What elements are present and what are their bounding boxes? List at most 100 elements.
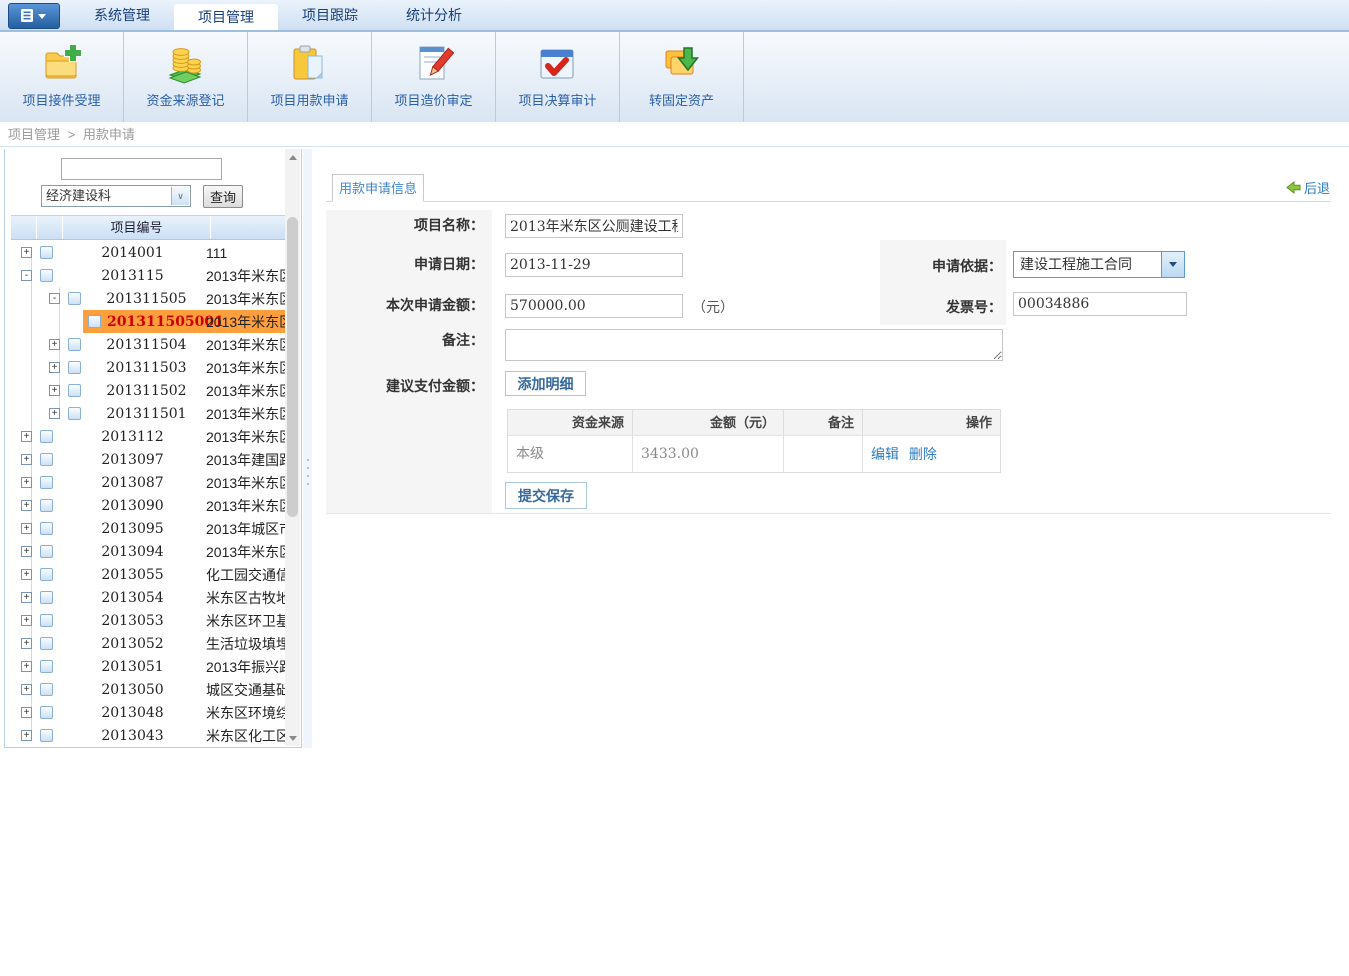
tree-checkbox[interactable] <box>40 499 53 512</box>
tree-expander-icon[interactable]: + <box>21 454 32 465</box>
tree-row[interactable]: 201311505001 2013年米东区 <box>11 310 287 333</box>
tree-row[interactable]: + 201311504 2013年米东区 <box>11 333 287 356</box>
add-detail-button[interactable]: 添加明细 <box>505 371 586 396</box>
tree-row[interactable]: + 201311503 2013年米东区 <box>11 356 287 379</box>
tree-expander-icon[interactable]: + <box>49 385 60 396</box>
tree-checkbox[interactable] <box>40 706 53 719</box>
tree-checkbox[interactable] <box>40 246 53 259</box>
tree-indent <box>11 482 21 483</box>
search-input[interactable] <box>61 158 222 180</box>
toolbar-item[interactable]: 项目接件受理 <box>0 32 124 122</box>
tree-row[interactable]: + 2013087 2013年米东区 <box>11 471 287 494</box>
tree-checkbox[interactable] <box>40 453 53 466</box>
tab-payment-request-info[interactable]: 用款申请信息 <box>332 174 424 202</box>
tree-expander-icon[interactable]: + <box>21 615 32 626</box>
tree-expander-icon[interactable]: + <box>49 408 60 419</box>
tree-expander-icon[interactable]: + <box>21 477 32 488</box>
tree-indent <box>11 689 21 690</box>
tree-expander-icon[interactable]: + <box>21 684 32 695</box>
toolbar-item[interactable]: 项目决算审计 <box>496 32 620 122</box>
scroll-up-button[interactable] <box>285 149 300 165</box>
tree-expander-icon[interactable]: + <box>21 500 32 511</box>
tree-expander-icon[interactable]: + <box>21 638 32 649</box>
tree-checkbox[interactable] <box>40 591 53 604</box>
tree-row[interactable]: + 2013055 化工园交通信 <box>11 563 287 586</box>
tree-row[interactable]: + 2013095 2013年城区市 <box>11 517 287 540</box>
tree-expander-icon[interactable]: + <box>21 707 32 718</box>
tree-checkbox[interactable] <box>40 430 53 443</box>
tree-row[interactable]: + 2013051 2013年振兴路 <box>11 655 287 678</box>
remark-textarea[interactable] <box>505 329 1003 361</box>
toolbar-item[interactable]: 资金来源登记 <box>124 32 248 122</box>
tree-expander-icon[interactable]: + <box>21 431 32 442</box>
toolbar-item[interactable]: 项目造价审定 <box>372 32 496 122</box>
tree-row[interactable]: + 2013052 生活垃圾填埋 <box>11 632 287 655</box>
back-link[interactable]: 后退 <box>1286 178 1330 197</box>
toolbar-item[interactable]: 项目用款申请 <box>248 32 372 122</box>
nav-tab-项目管理[interactable]: 项目管理 <box>174 4 278 30</box>
tree-checkbox[interactable] <box>40 614 53 627</box>
tree-expander-icon[interactable]: + <box>49 362 60 373</box>
tree-scrollbar[interactable] <box>285 149 300 746</box>
scrollbar-thumb[interactable] <box>287 217 298 517</box>
tree-row[interactable]: + 2013048 米东区环境综 <box>11 701 287 724</box>
query-button[interactable]: 查询 <box>203 185 243 208</box>
invoice-input[interactable] <box>1013 292 1187 316</box>
tree-expander-icon[interactable]: + <box>21 661 32 672</box>
tree-row[interactable]: + 201311501 2013年米东区 <box>11 402 287 425</box>
tree-checkbox[interactable] <box>40 683 53 696</box>
tree-expander-icon[interactable]: + <box>21 523 32 534</box>
basis-combobox[interactable]: 建设工程施工合同 <box>1013 251 1185 278</box>
tree-checkbox[interactable] <box>40 476 53 489</box>
tree-expander-icon[interactable]: + <box>21 546 32 557</box>
tree-checkbox[interactable] <box>68 292 81 305</box>
tree-row[interactable]: + 2013094 2013年米东区 <box>11 540 287 563</box>
tree-checkbox[interactable] <box>40 522 53 535</box>
tree-expander-icon[interactable]: + <box>21 730 32 741</box>
tree-expander-icon[interactable]: - <box>49 293 60 304</box>
select-dropdown-button[interactable]: ∨ <box>171 187 189 205</box>
tree-row[interactable]: + 2013112 2013年米东区 <box>11 425 287 448</box>
tree-checkbox[interactable] <box>68 384 81 397</box>
tree-expander-icon[interactable]: - <box>21 270 32 281</box>
menu-button[interactable] <box>8 3 60 29</box>
top-navbar: 系统管理项目管理项目跟踪统计分析 <box>0 0 1349 31</box>
tree-row[interactable]: + 2013053 米东区环卫基 <box>11 609 287 632</box>
scroll-down-button[interactable] <box>285 730 300 746</box>
tree-row[interactable]: + 2013050 城区交通基础 <box>11 678 287 701</box>
tree-checkbox[interactable] <box>68 407 81 420</box>
tree-checkbox[interactable] <box>40 660 53 673</box>
tree-checkbox[interactable] <box>40 637 53 650</box>
delete-link[interactable]: 删除 <box>909 446 937 462</box>
tree-row[interactable]: + 2013090 2013年米东区 <box>11 494 287 517</box>
nav-tab-统计分析[interactable]: 统计分析 <box>382 0 486 30</box>
tree-checkbox[interactable] <box>88 315 101 328</box>
apply-date-input[interactable] <box>505 253 683 277</box>
tree-expander-icon[interactable]: + <box>21 247 32 258</box>
tree-row[interactable]: + 2013054 米东区古牧地 <box>11 586 287 609</box>
tree-checkbox[interactable] <box>40 269 53 282</box>
toolbar-item[interactable]: 转固定资产 <box>620 32 744 122</box>
amount-input[interactable] <box>505 294 683 318</box>
tree-row[interactable]: + 2014001 111 <box>11 241 287 264</box>
department-select[interactable]: 经济建设科 ∨ <box>41 185 191 207</box>
submit-save-button[interactable]: 提交保存 <box>505 482 587 509</box>
nav-tab-系统管理[interactable]: 系统管理 <box>70 0 174 30</box>
tree-row[interactable]: + 2013097 2013年建国路 <box>11 448 287 471</box>
tree-checkbox[interactable] <box>40 729 53 742</box>
tree-checkbox[interactable] <box>68 361 81 374</box>
tree-row[interactable]: - 201311505 2013年米东区 <box>11 287 287 310</box>
project-name-input[interactable] <box>505 214 683 238</box>
tree-row[interactable]: - 2013115 2013年米东区 <box>11 264 287 287</box>
tree-expander-icon[interactable]: + <box>21 592 32 603</box>
tree-row[interactable]: + 2013043 米东区化工区 <box>11 724 287 746</box>
tree-row[interactable]: + 201311502 2013年米东区 <box>11 379 287 402</box>
tree-expander-icon[interactable]: + <box>49 339 60 350</box>
edit-link[interactable]: 编辑 <box>871 446 899 462</box>
tree-expander-icon[interactable]: + <box>21 569 32 580</box>
combobox-dropdown-button[interactable] <box>1161 252 1184 277</box>
tree-checkbox[interactable] <box>40 568 53 581</box>
nav-tab-项目跟踪[interactable]: 项目跟踪 <box>278 0 382 30</box>
tree-checkbox[interactable] <box>40 545 53 558</box>
tree-checkbox[interactable] <box>68 338 81 351</box>
